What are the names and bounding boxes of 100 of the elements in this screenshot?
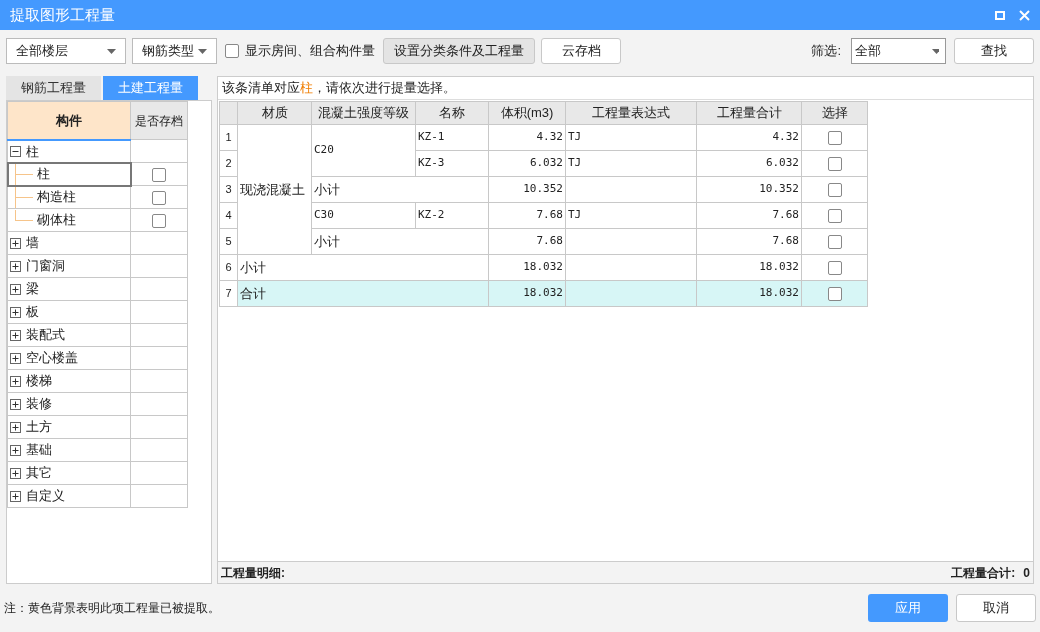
row-number: 2 <box>219 150 238 177</box>
row-number: 4 <box>219 202 238 229</box>
caret-icon <box>198 48 207 54</box>
tree-item[interactable]: 砌体柱 <box>37 210 76 230</box>
table-cell: KZ-1 <box>415 124 489 151</box>
caret-icon <box>932 48 939 54</box>
table-cell: 7.68 <box>696 202 802 229</box>
checkbox[interactable] <box>152 167 166 182</box>
column-header: 是否存档 <box>130 101 188 140</box>
tree-item[interactable]: 构造柱 <box>37 187 76 207</box>
tab[interactable]: 钢筋工程量 <box>6 76 101 100</box>
total-label: 工程量合计: <box>951 564 1016 582</box>
tree-item[interactable]: 板 <box>26 302 39 322</box>
table-cell: 18.032 <box>696 280 802 307</box>
total-value: 0 <box>1023 564 1030 582</box>
dropdown-value: 钢筋类型 <box>142 42 194 61</box>
checkbox[interactable] <box>827 287 842 302</box>
table-cell: 18.032 <box>488 254 566 281</box>
expand-icon[interactable] <box>10 421 21 433</box>
table-cell: 6.032 <box>488 150 566 177</box>
table-cell: C30 <box>311 202 416 229</box>
expand-icon[interactable] <box>10 398 21 410</box>
table-cell: KZ-3 <box>415 150 489 177</box>
floor-dropdown[interactable]: 全部楼层 <box>6 38 126 64</box>
expand-icon[interactable] <box>10 467 21 479</box>
tree-item[interactable]: 楼梯 <box>26 371 52 391</box>
table-cell: 4.32 <box>488 124 566 151</box>
table-cell: 7.68 <box>696 228 802 255</box>
rebar-type-dropdown[interactable]: 钢筋类型 <box>132 38 217 64</box>
row-number: 7 <box>219 280 238 307</box>
expand-icon[interactable] <box>10 283 21 295</box>
row-number: 5 <box>219 228 238 255</box>
toolbar-button[interactable]: 设置分类条件及工程量 <box>383 38 535 64</box>
row-number: 1 <box>219 124 238 151</box>
table-cell: 7.68 <box>488 228 566 255</box>
tree-row[interactable]: 柱 <box>7 162 131 186</box>
checkbox-label: 显示房间、组合构件量 <box>245 42 375 61</box>
table-cell: 18.032 <box>488 280 566 307</box>
tree-item[interactable]: 墙 <box>26 233 39 253</box>
table-cell: 7.68 <box>488 202 566 229</box>
tree-item[interactable]: 装修 <box>26 394 52 414</box>
tree-item[interactable]: 其它 <box>26 463 52 483</box>
expand-icon[interactable] <box>10 444 21 456</box>
collapse-icon[interactable] <box>10 145 21 157</box>
expand-icon[interactable] <box>10 352 21 364</box>
tree-item[interactable]: 柱 <box>26 141 39 161</box>
find-button[interactable]: 查找 <box>954 38 1034 64</box>
tree-item[interactable]: 柱 <box>37 164 50 184</box>
checkbox[interactable] <box>827 209 842 224</box>
checkbox[interactable] <box>827 157 842 172</box>
dialog-button[interactable]: 取消 <box>956 594 1036 622</box>
filter-dropdown[interactable]: 全部 <box>851 38 946 64</box>
expand-icon[interactable] <box>10 329 21 341</box>
expand-icon[interactable] <box>10 490 21 502</box>
table-cell: KZ-2 <box>415 202 489 229</box>
checkbox[interactable] <box>827 131 842 146</box>
table-cell: 现浇混凝土 <box>237 124 312 255</box>
column-header: 体积(m3) <box>488 101 566 125</box>
column-header: 工程量表达式 <box>565 101 697 125</box>
table-cell: 小计 <box>311 176 489 203</box>
table-cell: 10.352 <box>696 176 802 203</box>
expand-icon[interactable] <box>10 237 21 249</box>
tree-item[interactable]: 土方 <box>26 417 52 437</box>
row-number: 6 <box>219 254 238 281</box>
maximize-icon[interactable] <box>995 10 1005 20</box>
column-header: 混凝土强度等级 <box>311 101 416 125</box>
table-cell: 合计 <box>237 280 489 307</box>
column-header: 材质 <box>237 101 312 125</box>
checkbox[interactable] <box>827 183 842 198</box>
tree-row[interactable]: 砌体柱 <box>7 208 131 232</box>
expand-icon[interactable] <box>10 306 21 318</box>
toolbar-button[interactable]: 云存档 <box>541 38 621 64</box>
table-cell: 小计 <box>237 254 489 281</box>
tree-item[interactable]: 梁 <box>26 279 39 299</box>
column-header: 工程量合计 <box>696 101 802 125</box>
table-cell: TJ <box>565 202 697 229</box>
table-cell: 18.032 <box>696 254 802 281</box>
column-header: 构件 <box>7 101 131 140</box>
checkbox[interactable] <box>152 213 166 228</box>
expand-icon[interactable] <box>10 375 21 387</box>
dropdown-value: 全部楼层 <box>16 42 68 61</box>
close-icon[interactable] <box>1019 9 1030 21</box>
table-cell: 4.32 <box>696 124 802 151</box>
window-title: 提取图形工程量 <box>10 4 115 25</box>
checkbox[interactable] <box>827 261 842 276</box>
filter-label: 筛选: <box>811 42 841 61</box>
footer-note: 注：黄色背景表明此项工程量已被提取。 <box>4 600 220 617</box>
detail-label: 工程量明细: <box>221 564 285 582</box>
row-number: 3 <box>219 176 238 203</box>
checkbox[interactable] <box>225 44 239 58</box>
tree-row[interactable]: 构造柱 <box>7 185 131 209</box>
table-cell: 6.032 <box>696 150 802 177</box>
tree-item[interactable]: 基础 <box>26 440 52 460</box>
column-header: 选择 <box>801 101 868 125</box>
column-header: 名称 <box>415 101 489 125</box>
table-cell: C20 <box>311 124 416 177</box>
caret-icon <box>107 48 116 54</box>
checkbox[interactable] <box>827 235 842 250</box>
expand-icon[interactable] <box>10 260 21 272</box>
checkbox[interactable] <box>152 190 166 205</box>
